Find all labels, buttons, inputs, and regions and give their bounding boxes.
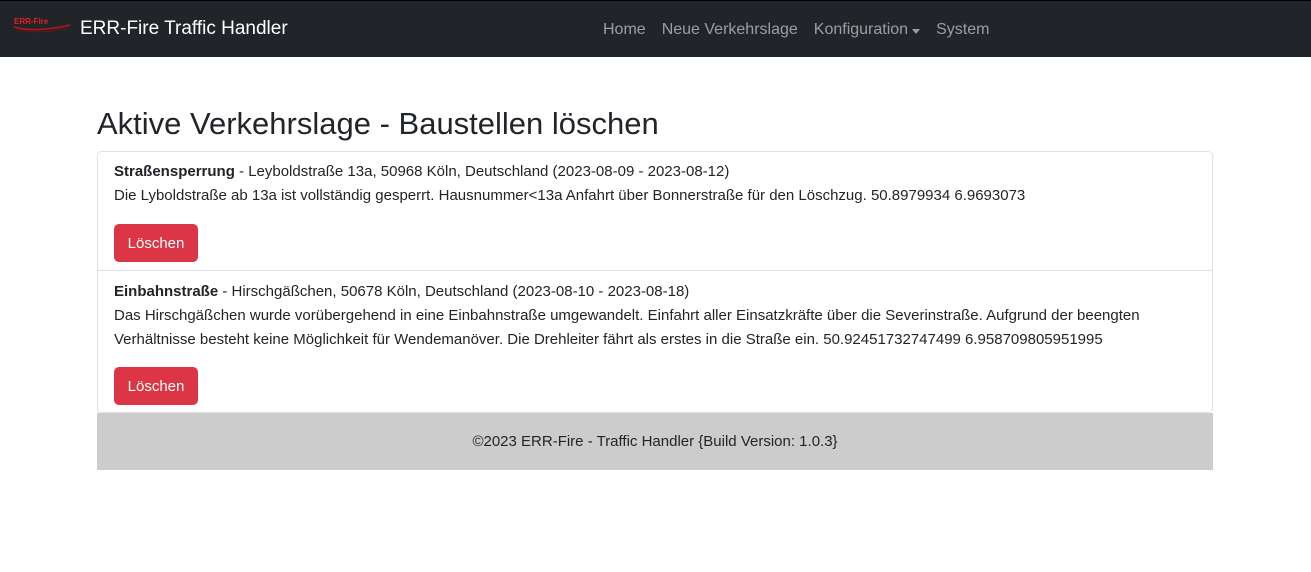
item-details: - Leyboldstraße 13a, 50968 Köln, Deutsch… (234, 163, 730, 180)
nav-link-new-situation-label: Neue Verkehrslage (661, 21, 798, 38)
nav-dropdown-configuration[interactable]: Konfiguration (813, 21, 921, 39)
item-description: Die Lyboldstraße ab 13a ist vollständig … (114, 187, 1026, 204)
footer-text: ©2023 ERR-Fire - Traffic Handler {Build … (472, 433, 838, 450)
brand-logo-text: ERR-Fire (14, 17, 49, 26)
nav-dropdown-configuration-label: Konfiguration (813, 21, 909, 38)
item-header: Straßensperrung - Leyboldstraße 13a, 509… (114, 162, 729, 182)
nav-link-system[interactable]: System (936, 21, 989, 39)
footer: ©2023 ERR-Fire - Traffic Handler {Build … (97, 413, 1213, 470)
nav-link-new-situation[interactable]: Neue Verkehrslage (662, 21, 798, 39)
nav-link-home-label: Home (603, 21, 646, 38)
item-description: Das Hirschgäßchen wurde vorübergehend in… (114, 307, 1140, 348)
page-title: Aktive Verkehrslage - Baustellen löschen (97, 106, 659, 141)
navbar: ERR-Fire ERR-Fire Traffic Handler Home N… (0, 0, 1311, 57)
nav-links: Home Neue Verkehrslage Konfiguration Sys… (603, 21, 989, 39)
construction-list: Straßensperrung - Leyboldstraße 13a, 509… (97, 151, 1213, 413)
item-header: Einbahnstraße - Hirschgäßchen, 50678 Köl… (114, 282, 689, 302)
caret-down-icon (912, 28, 921, 34)
nav-link-system-label: System (936, 21, 990, 38)
list-item: Einbahnstraße - Hirschgäßchen, 50678 Köl… (98, 271, 1212, 414)
brand-title[interactable]: ERR-Fire Traffic Handler (80, 18, 288, 40)
item-type: Straßensperrung (114, 163, 235, 180)
list-item: Straßensperrung - Leyboldstraße 13a, 509… (98, 152, 1212, 271)
item-details: - Hirschgäßchen, 50678 Köln, Deutschland… (218, 283, 690, 300)
brand-logo[interactable]: ERR-Fire (12, 16, 72, 34)
delete-button[interactable]: Löschen (114, 224, 198, 262)
delete-button[interactable]: Löschen (114, 367, 198, 405)
item-type: Einbahnstraße (114, 283, 219, 300)
nav-link-home[interactable]: Home (603, 21, 646, 39)
